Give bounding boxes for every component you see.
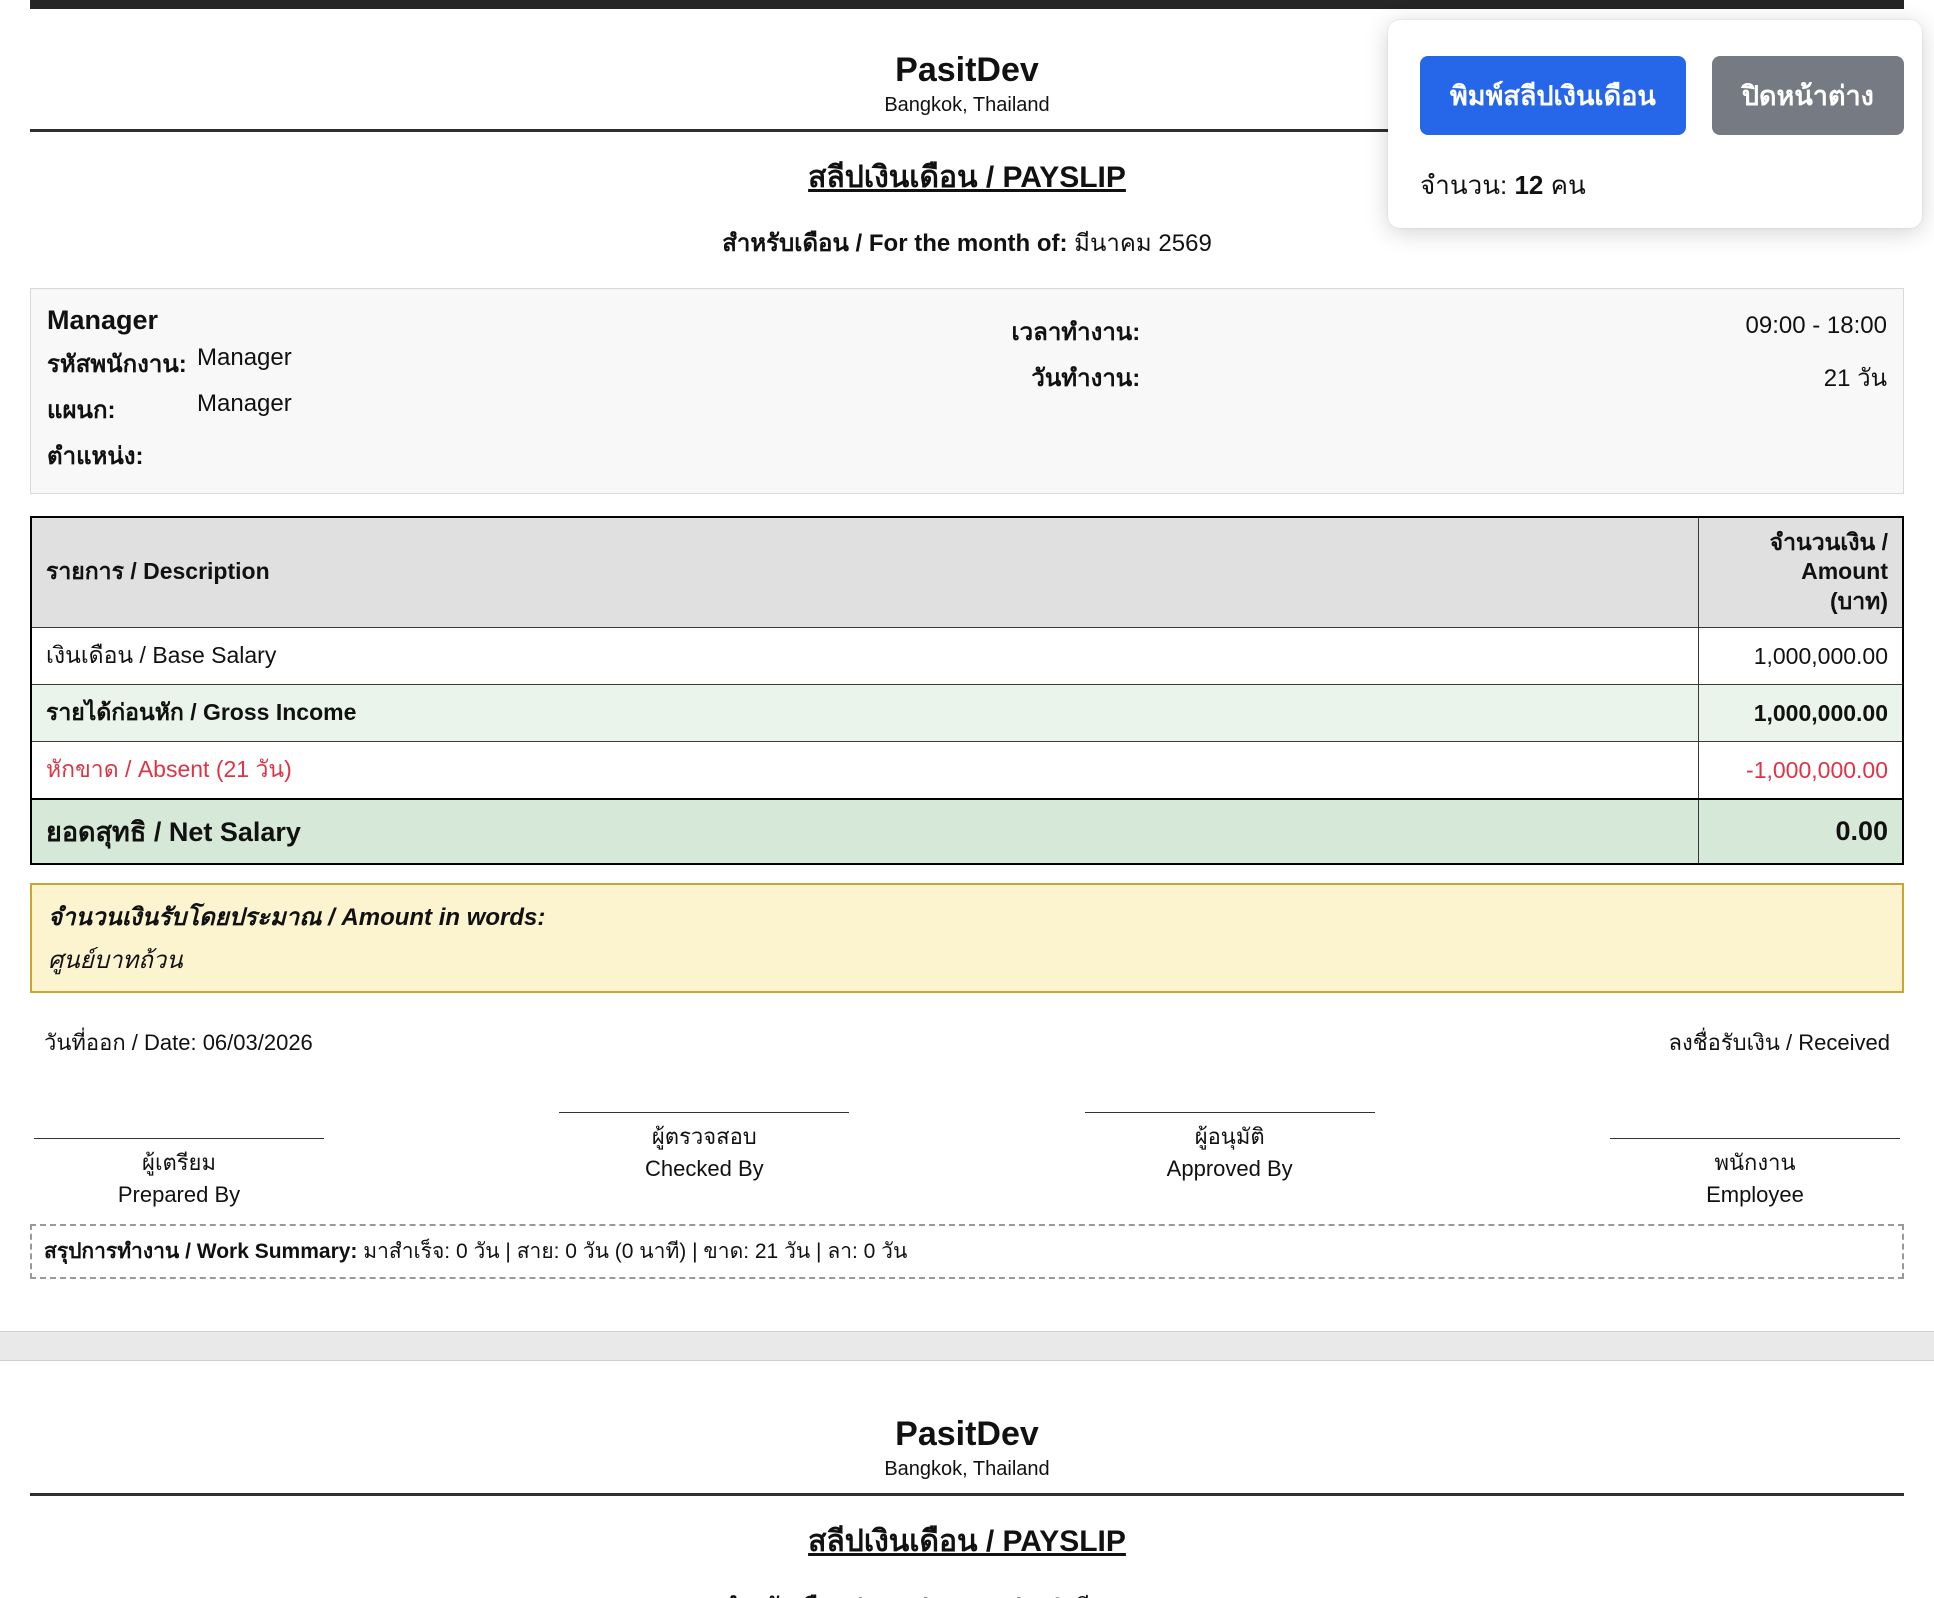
signature-row: ผู้เตรียม Prepared By ผู้ตรวจสอบ Checked… [30,1138,1904,1208]
month-label: สำหรับเดือน / For the month of: [722,1594,1067,1598]
amount-in-words-box: จำนวนเงินรับโดยประมาณ / Amount in words:… [30,883,1904,993]
signature-label-thai: ผู้อนุมัติ [1085,1119,1375,1154]
amount-in-words-value: ศูนย์บาทถ้วน [48,940,1886,979]
row-amount: -1,000,000.00 [1698,742,1903,800]
page-top-border [30,0,1904,9]
signature-label-en: Employee [1610,1182,1900,1208]
month-label: สำหรับเดือน / For the month of: [722,230,1067,257]
signature-label-en: Approved By [1085,1156,1375,1182]
table-row-absent-deduction: หักขาด / Absent (21 วัน) -1,000,000.00 [31,742,1903,800]
work-hours-row: เวลาทำงาน: 09:00 - 18:00 [930,312,1887,351]
department-label: แผนก: [47,390,197,429]
signature-label-thai: พนักงาน [1610,1145,1900,1180]
payslip-table: รายการ / Description จำนวนเงิน / Amount … [30,516,1904,866]
month-value: มีนาคม 2569 [1074,230,1212,257]
received-label: ลงชื่อรับเงิน / Received [1668,1025,1890,1060]
work-days-label: วันทำงาน: [930,358,1140,397]
work-summary-box: สรุปการทำงาน / Work Summary: มาสำเร็จ: 0… [30,1224,1904,1279]
payslip-page-2: PasitDev Bangkok, Thailand สลีปเงินเดือน… [0,1361,1934,1598]
description-column-header: รายการ / Description [31,517,1698,628]
work-days-value: 21 วัน [1140,358,1887,397]
table-row-gross-income: รายได้ก่อนหัก / Gross Income 1,000,000.0… [31,685,1903,742]
page-divider [0,1331,1934,1361]
signature-label-en: Prepared By [34,1182,324,1208]
company-location: Bangkok, Thailand [30,1458,1904,1481]
print-payslip-button[interactable]: พิมพ์สลีปเงินเดือน [1420,56,1686,135]
company-name: PasitDev [30,1413,1904,1456]
amount-header-line2: (บาท) [1830,588,1888,614]
close-window-button[interactable]: ปิดหน้าต่าง [1712,56,1904,135]
row-description: หักขาด / Absent (21 วัน) [31,742,1698,800]
issue-date: วันที่ออก / Date: 06/03/2026 [44,1025,313,1060]
employee-id-value: Manager [197,344,893,383]
department-value: Manager [197,390,893,429]
month-line: สำหรับเดือน / For the month of: มีนาคม 2… [30,223,1904,262]
month-value: มีนาคม 2569 [1074,1594,1212,1598]
amount-header-line1: จำนวนเงิน / Amount [1770,529,1888,585]
amount-in-words-label: จำนวนเงินรับโดยประมาณ / Amount in words: [48,897,1886,936]
work-hours-value: 09:00 - 18:00 [1140,312,1887,351]
signature-line [34,1138,324,1139]
work-days-row: วันทำงาน: 21 วัน [930,358,1887,397]
department-row: แผนก: Manager [47,390,893,429]
signature-label-en: Checked By [559,1156,849,1182]
row-description: ยอดสุทธิ / Net Salary [31,799,1698,864]
employee-count-value: 12 [1514,170,1543,200]
table-row: เงินเดือน / Base Salary 1,000,000.00 [31,628,1903,685]
signature-line [1610,1138,1900,1139]
signature-line [1085,1112,1375,1113]
position-value [197,436,893,475]
row-amount: 0.00 [1698,799,1903,864]
action-panel: พิมพ์สลีปเงินเดือน ปิดหน้าต่าง จำนวน: 12… [1388,20,1922,228]
signature-block-approved: ผู้อนุมัติ Approved By [1085,1112,1375,1182]
row-description: รายได้ก่อนหัก / Gross Income [31,685,1698,742]
signature-label-thai: ผู้เตรียม [34,1145,324,1180]
table-header-row: รายการ / Description จำนวนเงิน / Amount … [31,517,1903,628]
employee-count: จำนวน: 12 คน [1420,165,1888,206]
employee-info-left: Manager รหัสพนักงาน: Manager แผนก: Manag… [47,305,893,475]
payslip-title: สลีปเงินเดือน / PAYSLIP [30,1518,1904,1565]
employee-id-row: รหัสพนักงาน: Manager [47,344,893,383]
employee-name: Manager [47,305,893,336]
employee-info-box: Manager รหัสพนักงาน: Manager แผนก: Manag… [30,288,1904,494]
row-amount: 1,000,000.00 [1698,628,1903,685]
employee-info-right: เวลาทำงาน: 09:00 - 18:00 วันทำงาน: 21 วั… [930,305,1887,475]
signature-block-employee: พนักงาน Employee [1610,1138,1900,1208]
amount-column-header: จำนวนเงิน / Amount (บาท) [1698,517,1903,628]
employee-count-label: จำนวน: [1420,170,1507,200]
row-amount: 1,000,000.00 [1698,685,1903,742]
position-row: ตำแหน่ง: [47,436,893,475]
signature-label-thai: ผู้ตรวจสอบ [559,1119,849,1154]
work-hours-label: เวลาทำงาน: [930,312,1140,351]
signature-line [559,1112,849,1113]
issue-date-value: 06/03/2026 [203,1030,313,1055]
work-summary-label: สรุปการทำงาน / Work Summary: [44,1240,357,1263]
employee-count-unit: คน [1551,170,1586,200]
issue-date-label: วันที่ออก / Date: [44,1030,197,1055]
action-panel-buttons: พิมพ์สลีปเงินเดือน ปิดหน้าต่าง [1420,56,1888,135]
table-row-net-salary: ยอดสุทธิ / Net Salary 0.00 [31,799,1903,864]
position-label: ตำแหน่ง: [47,436,197,475]
company-header: PasitDev Bangkok, Thailand [30,1413,1904,1481]
date-received-row: วันที่ออก / Date: 06/03/2026 ลงชื่อรับเง… [30,1025,1904,1060]
signature-block-checked: ผู้ตรวจสอบ Checked By [559,1112,849,1182]
header-divider [30,1493,1904,1496]
employee-id-label: รหัสพนักงาน: [47,344,197,383]
row-description: เงินเดือน / Base Salary [31,628,1698,685]
signature-block-prepared: ผู้เตรียม Prepared By [34,1138,324,1208]
work-summary-value: มาสำเร็จ: 0 วัน | สาย: 0 วัน (0 นาที) | … [363,1240,907,1263]
month-line: สำหรับเดือน / For the month of: มีนาคม 2… [30,1587,1904,1598]
